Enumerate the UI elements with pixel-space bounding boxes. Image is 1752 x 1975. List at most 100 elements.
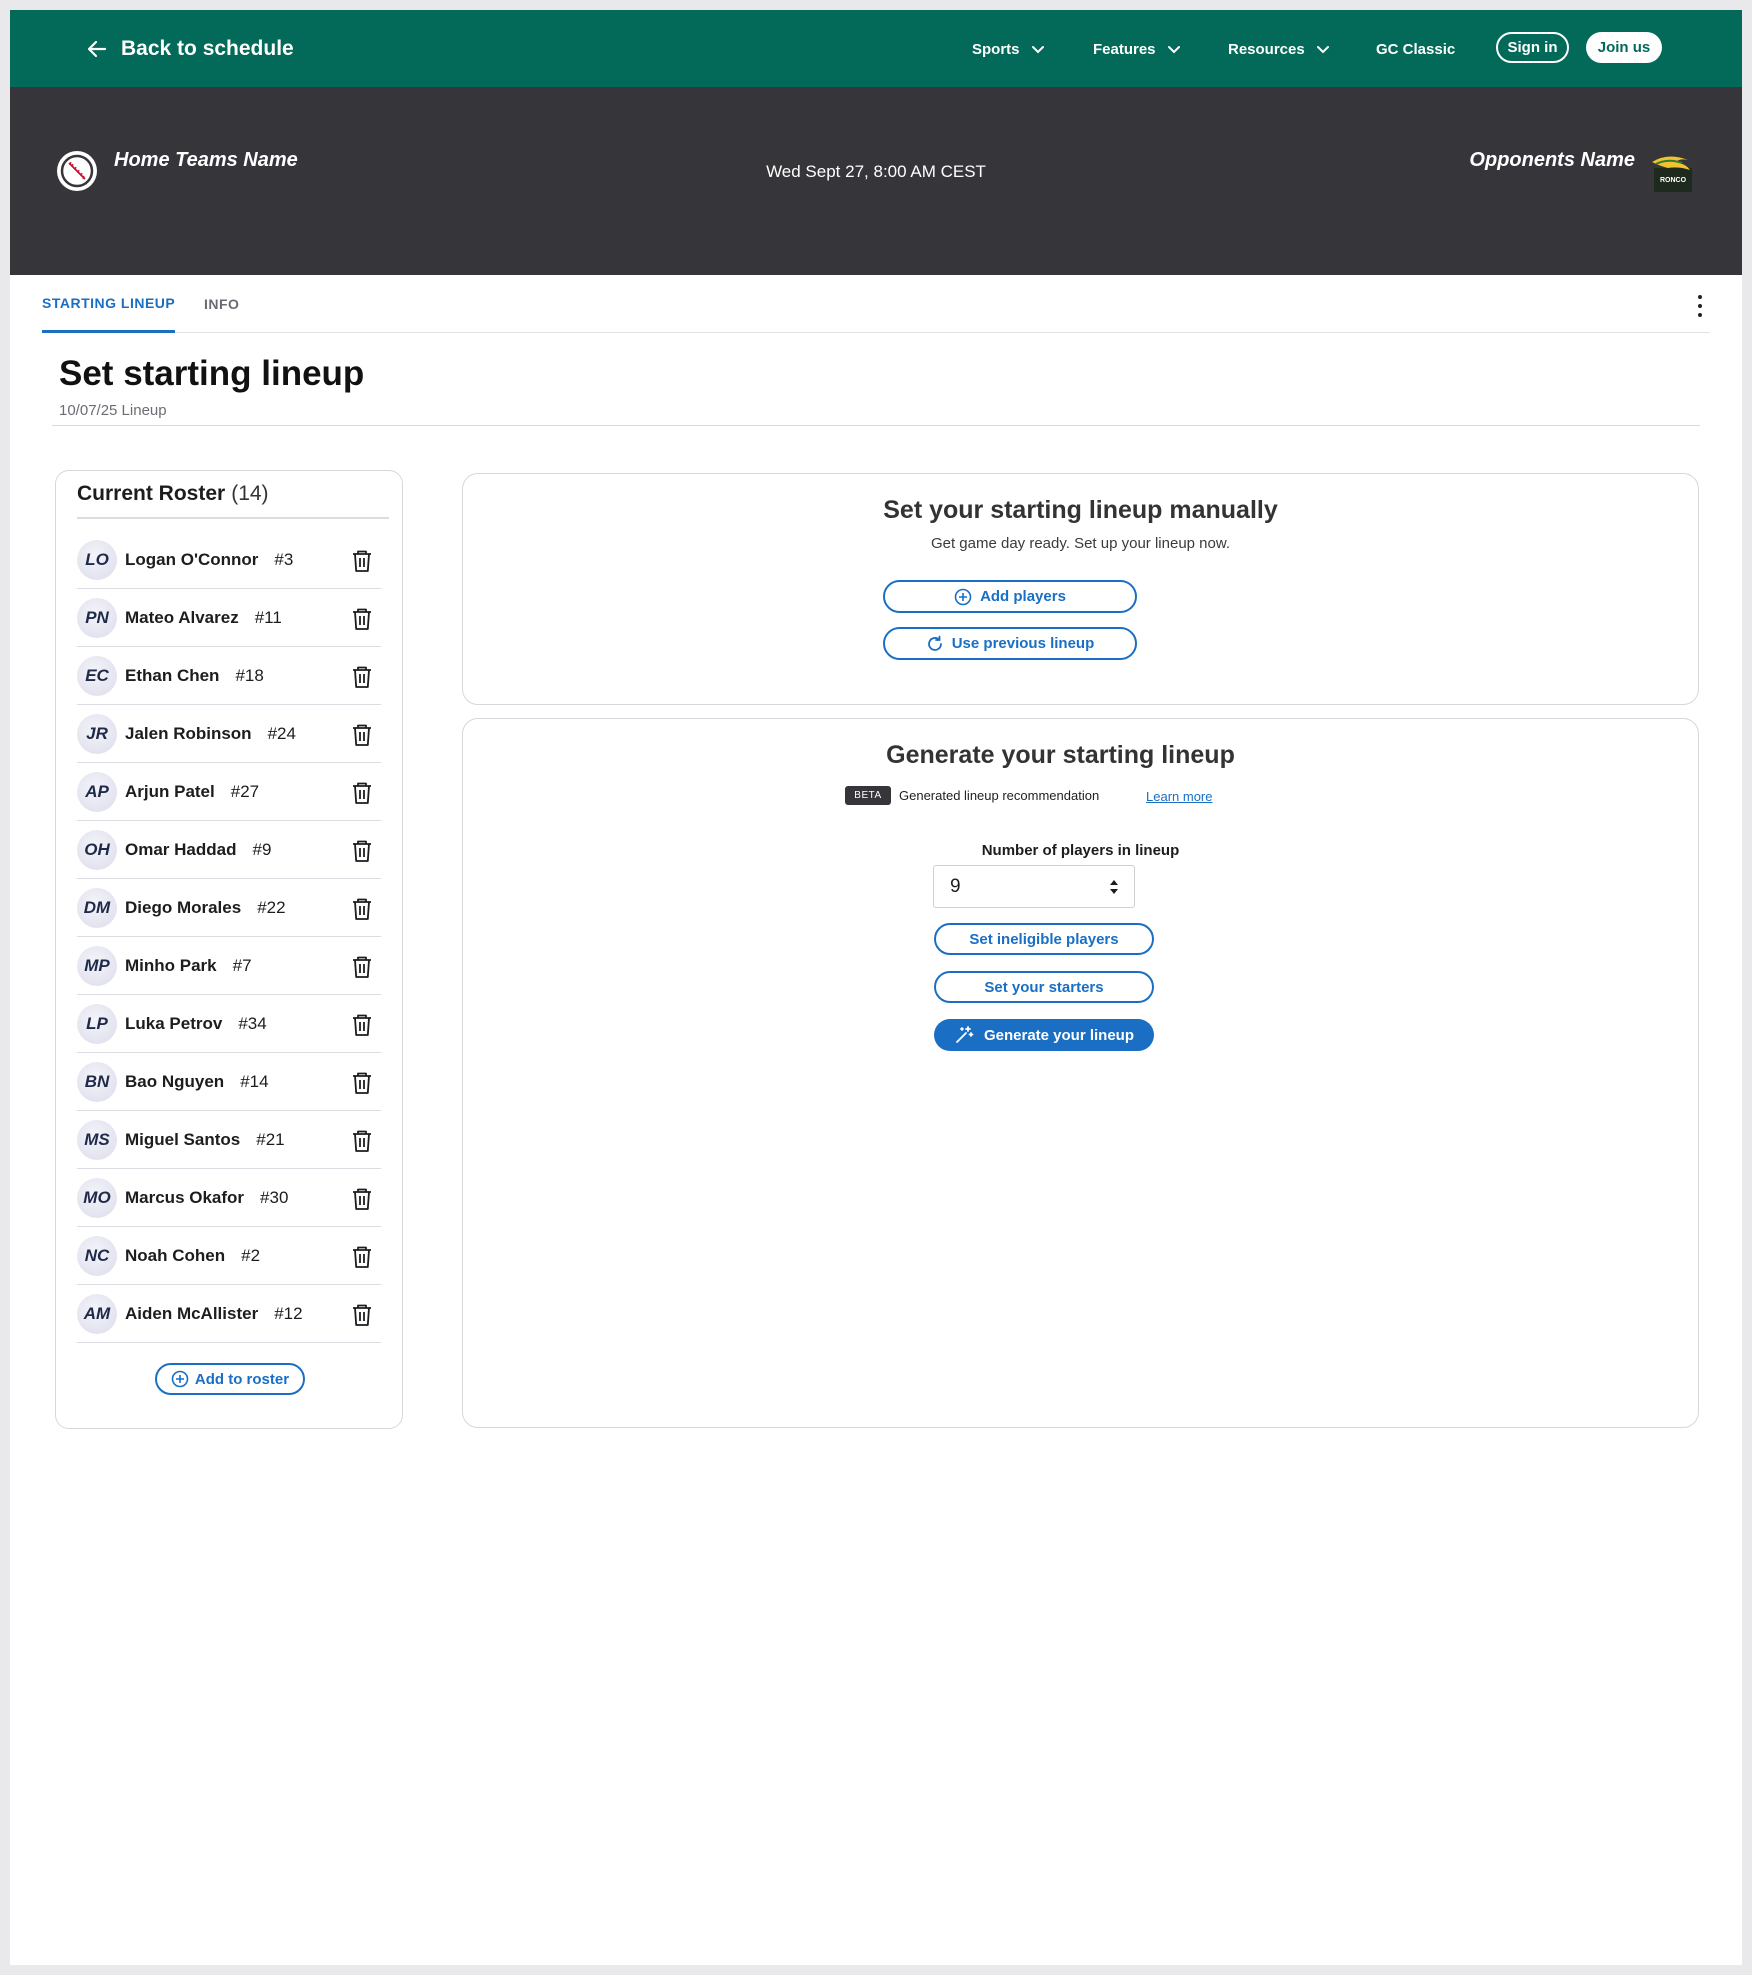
player-name: Noah Cohen: [125, 1245, 226, 1265]
trash-icon[interactable]: [351, 1129, 373, 1153]
generate-title: Generate your starting lineup: [886, 741, 1235, 769]
horse-logo-icon: RONCO: [1652, 156, 1692, 192]
add-players-button[interactable]: Add players: [883, 580, 1137, 613]
top-nav: Back to schedule Sports Features Resourc…: [10, 10, 1742, 87]
page-subtitle: 10/07/25 Lineup: [59, 402, 167, 419]
player-row[interactable]: LP Luka Petrov #34: [77, 995, 381, 1053]
player-row[interactable]: JR Jalen Robinson #24: [77, 705, 381, 763]
nav-resources-label: Resources: [1228, 40, 1305, 58]
more-options-icon[interactable]: [1692, 295, 1708, 317]
nav-features-label: Features: [1093, 40, 1156, 58]
player-row[interactable]: OH Omar Haddad #9: [77, 821, 381, 879]
away-team-name: Opponents Name: [1469, 149, 1635, 171]
player-row[interactable]: PN Mateo Alvarez #11: [77, 589, 381, 647]
trash-icon[interactable]: [351, 723, 373, 747]
trash-icon[interactable]: [351, 1245, 373, 1269]
player-row[interactable]: MP Minho Park #7: [77, 937, 381, 995]
player-row[interactable]: EC Ethan Chen #18: [77, 647, 381, 705]
trash-icon[interactable]: [351, 839, 373, 863]
player-name: Mateo Alvarez: [125, 607, 239, 627]
roster-count: (14): [231, 482, 269, 505]
sign-in-label: Sign in: [1507, 39, 1558, 56]
num-players-label: Number of players in lineup: [981, 842, 1180, 859]
player-name: Ethan Chen: [125, 665, 220, 685]
player-name: Marcus Okafor: [125, 1187, 245, 1207]
page-title: Set starting lineup: [59, 354, 365, 393]
beta-badge: BETA: [845, 786, 891, 805]
nav-gc-classic[interactable]: GC Classic: [1376, 37, 1455, 61]
player-avatar: EC: [77, 655, 117, 696]
nav-sports[interactable]: Sports: [972, 37, 1046, 61]
chevron-down-icon: [1316, 46, 1329, 54]
roster-card: Current Roster (14) LO Logan O'Connor #3 PN…: [55, 470, 403, 1429]
player-name: Aiden McAllister: [125, 1303, 259, 1323]
trash-icon[interactable]: [351, 1303, 373, 1327]
player-number: #9: [252, 839, 272, 859]
refresh-icon: [927, 635, 942, 651]
set-starters-button[interactable]: Set your starters: [934, 971, 1154, 1003]
player-avatar: LO: [77, 539, 117, 580]
player-row[interactable]: NC Noah Cohen #2: [77, 1227, 381, 1285]
trash-icon[interactable]: [351, 607, 373, 631]
trash-icon[interactable]: [351, 1071, 373, 1095]
tab-starting-lineup[interactable]: STARTING LINEUP: [42, 275, 176, 333]
use-previous-lineup-button[interactable]: Use previous lineup: [883, 627, 1137, 660]
player-row[interactable]: AP Arjun Patel #27: [77, 763, 381, 821]
tab-starting-lineup-label: STARTING LINEUP: [42, 294, 176, 311]
player-row[interactable]: BN Bao Nguyen #14: [77, 1053, 381, 1111]
tab-info[interactable]: INFO: [204, 275, 239, 333]
trash-icon[interactable]: [351, 665, 373, 689]
player-avatar: MP: [77, 945, 117, 986]
trash-icon[interactable]: [351, 1187, 373, 1211]
plus-circle-icon: [171, 1370, 189, 1388]
add-to-roster-button[interactable]: Add to roster: [155, 1363, 305, 1395]
player-avatar: PN: [77, 597, 117, 638]
player-avatar: DM: [77, 887, 117, 928]
learn-more-link[interactable]: Learn more: [1146, 789, 1212, 804]
sparkle-wand-icon: [956, 1026, 974, 1043]
back-to-schedule-link[interactable]: Back to schedule: [85, 34, 294, 64]
trash-icon[interactable]: [351, 955, 373, 979]
player-row[interactable]: AM Aiden McAllister #12: [77, 1285, 381, 1343]
generate-lineup-label: Generate your lineup: [983, 1026, 1135, 1044]
add-players-label: Add players: [980, 588, 1066, 605]
sign-in-button[interactable]: Sign in: [1496, 32, 1569, 63]
generate-lineup-button[interactable]: Generate your lineup: [934, 1019, 1154, 1051]
trash-icon[interactable]: [351, 781, 373, 805]
beta-description: Generated lineup recommendation: [899, 788, 1100, 803]
player-list: LO Logan O'Connor #3 PN Mateo Alvarez #11 EC Et…: [77, 531, 381, 1343]
player-number: #27: [230, 781, 260, 801]
player-row[interactable]: MS Miguel Santos #21: [77, 1111, 381, 1169]
game-header: Home Teams Name Wed Sept 27, 8:00 AM CES…: [10, 87, 1742, 275]
join-us-button[interactable]: Join us: [1586, 32, 1662, 63]
player-avatar: MO: [77, 1177, 117, 1218]
num-players-value: 9: [950, 875, 961, 897]
tab-info-label: INFO: [204, 296, 240, 312]
player-name: Jalen Robinson: [125, 723, 252, 743]
manual-lineup-card: Set your starting lineup manually Get ga…: [462, 473, 1699, 705]
player-number: #11: [254, 607, 282, 627]
player-name: Logan O'Connor: [125, 549, 259, 569]
nav-features[interactable]: Features: [1093, 37, 1182, 61]
player-name: Luka Petrov: [125, 1013, 223, 1033]
player-row[interactable]: DM Diego Morales #22: [77, 879, 381, 937]
stepper-arrows-icon[interactable]: [1108, 877, 1120, 897]
roster-header: Current Roster (14): [77, 471, 389, 519]
player-row[interactable]: MO Marcus Okafor #30: [77, 1169, 381, 1227]
nav-resources[interactable]: Resources: [1228, 37, 1331, 61]
use-previous-lineup-label: Use previous lineup: [951, 635, 1095, 652]
trash-icon[interactable]: [351, 1013, 373, 1037]
trash-icon[interactable]: [351, 549, 373, 573]
set-ineligible-label: Set ineligible players: [969, 930, 1119, 948]
player-name: Omar Haddad: [125, 839, 237, 859]
join-us-label: Join us: [1597, 39, 1651, 56]
player-name: Diego Morales: [125, 897, 242, 917]
trash-icon[interactable]: [351, 897, 373, 921]
player-row[interactable]: LO Logan O'Connor #3: [77, 531, 381, 589]
set-ineligible-players-button[interactable]: Set ineligible players: [934, 923, 1154, 955]
plus-circle-icon: [954, 588, 972, 605]
divider: [52, 425, 1700, 426]
player-number: #34: [238, 1013, 267, 1033]
set-starters-label: Set your starters: [984, 978, 1104, 996]
num-players-input[interactable]: 9: [933, 865, 1135, 908]
